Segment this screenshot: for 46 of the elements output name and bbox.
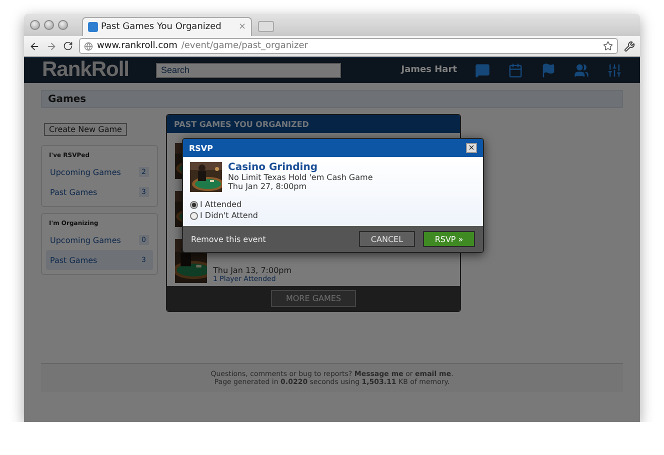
url-host: www.rankroll.com xyxy=(97,41,178,51)
sliders-icon[interactable] xyxy=(607,62,622,78)
flag-icon[interactable] xyxy=(541,62,556,78)
site-logo[interactable]: RankRoll xyxy=(42,58,138,82)
new-tab-button[interactable] xyxy=(258,21,274,32)
address-bar[interactable]: www.rankroll.com /event/game/past_organizer xyxy=(79,38,618,54)
item-label: Upcoming Games xyxy=(50,236,121,244)
radio-button[interactable] xyxy=(190,212,198,220)
event-date: Thu Jan 27, 8:00pm xyxy=(228,182,308,191)
dialog-title: RSVP xyxy=(189,144,213,152)
people-icon[interactable] xyxy=(574,62,589,78)
page-title: Games xyxy=(48,94,86,104)
wrench-icon[interactable] xyxy=(624,40,635,52)
game-date: Thu Jan 13, 7:00pm xyxy=(213,266,292,275)
back-icon[interactable] xyxy=(29,40,40,52)
window-minimize-control[interactable] xyxy=(44,20,54,30)
chat-bubble-icon[interactable] xyxy=(475,62,490,78)
url-path: /event/game/past_organizer xyxy=(181,41,309,51)
browser-tab[interactable]: Past Games You Organized × xyxy=(82,17,252,36)
item-label: Past Games xyxy=(50,188,98,196)
calendar-icon[interactable] xyxy=(508,62,523,78)
rsvp-button[interactable]: RSVP » xyxy=(423,231,475,247)
tab-close-button[interactable]: × xyxy=(238,22,246,32)
option-label: I Attended xyxy=(200,200,242,209)
item-label: Past Games xyxy=(50,256,98,264)
create-game-button[interactable]: Create New Game xyxy=(44,123,127,136)
remove-event-link[interactable]: Remove this event xyxy=(191,234,266,244)
forward-icon[interactable] xyxy=(46,40,57,52)
favicon-icon xyxy=(88,22,98,32)
radio-button[interactable] xyxy=(190,200,198,208)
window-close-control[interactable] xyxy=(30,20,40,30)
reload-icon[interactable] xyxy=(63,41,73,51)
window-zoom-control[interactable] xyxy=(58,20,68,30)
event-name[interactable]: Casino Grinding xyxy=(228,162,373,173)
star-icon[interactable] xyxy=(603,41,613,51)
globe-icon xyxy=(84,42,93,50)
item-label: Upcoming Games xyxy=(50,168,121,176)
search-field[interactable]: Search xyxy=(156,62,341,78)
user-name[interactable]: James Hart xyxy=(401,65,457,75)
tab-title: Past Games You Organized xyxy=(101,22,222,32)
more-games-button[interactable]: MORE GAMES xyxy=(270,290,356,307)
option-label: I Didn't Attend xyxy=(200,211,258,220)
close-button[interactable]: × xyxy=(466,143,477,153)
event-game: No Limit Texas Hold 'em Cash Game xyxy=(228,173,373,182)
cancel-button[interactable]: CANCEL xyxy=(359,231,415,247)
panel-title: PAST GAMES YOU ORGANIZED xyxy=(174,120,309,128)
